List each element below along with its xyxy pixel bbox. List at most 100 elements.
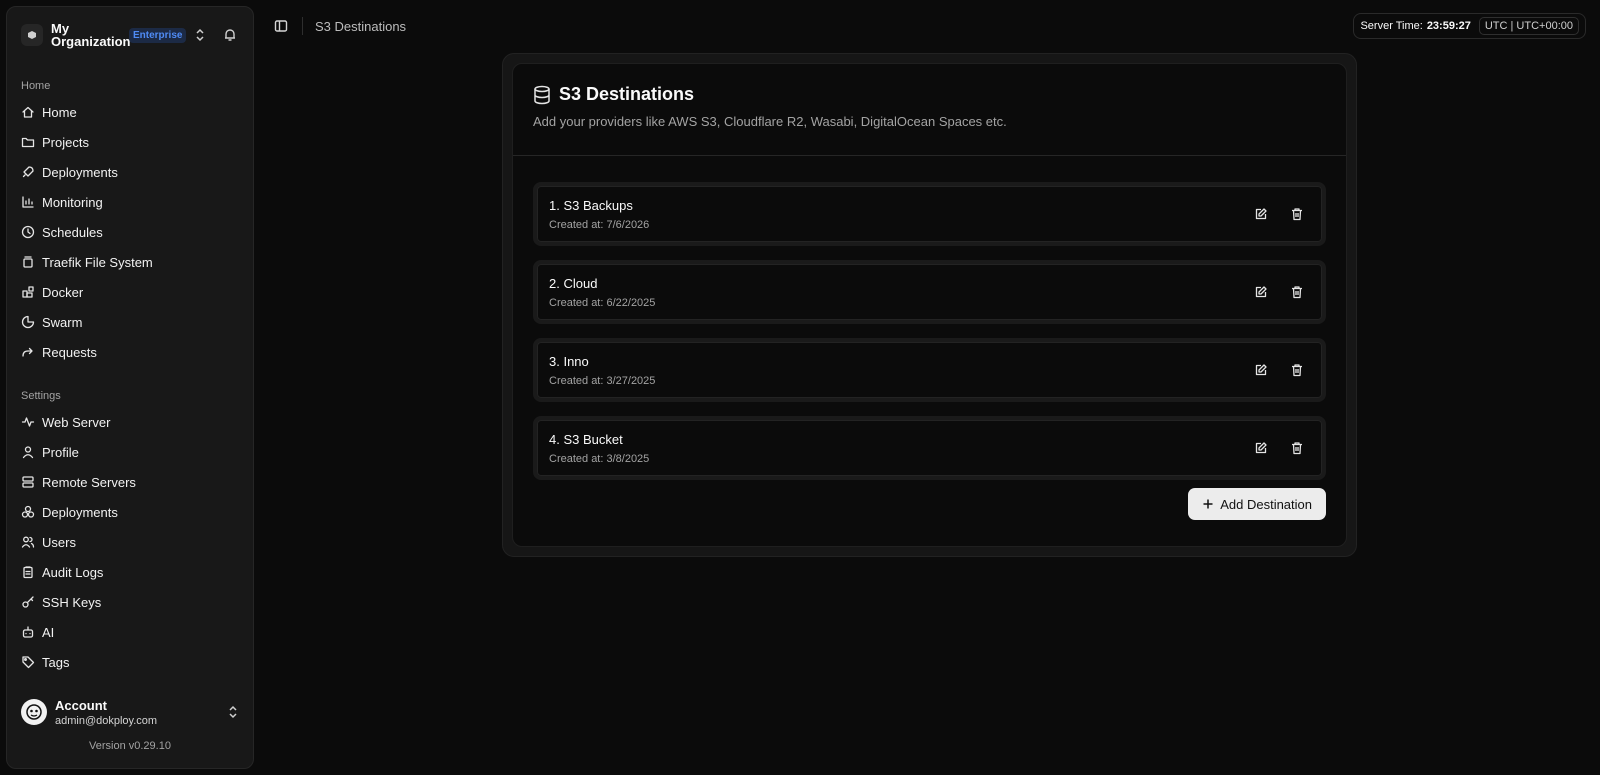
sidebar-item-schedules[interactable]: Schedules xyxy=(15,217,245,247)
plan-badge: Enterprise xyxy=(129,27,187,43)
version-label: Version v0.29.10 xyxy=(89,740,171,752)
server-time: Server Time: 23:59:27 UTC | UTC+00:00 xyxy=(1353,13,1586,39)
sidebar-item-label: Monitoring xyxy=(42,194,103,210)
edit-icon[interactable] xyxy=(1248,435,1274,461)
chevrons-up-down-icon[interactable] xyxy=(227,705,239,719)
sidebar-item-git[interactable]: Git xyxy=(15,677,245,684)
avatar xyxy=(21,699,47,725)
add-destination-label: Add Destination xyxy=(1220,496,1312,512)
edit-icon[interactable] xyxy=(1248,279,1274,305)
trash-icon[interactable] xyxy=(1284,201,1310,227)
sidebar-item-label: Profile xyxy=(42,444,79,460)
server-icon xyxy=(21,475,35,489)
destination-name: 3. Inno xyxy=(549,353,589,369)
sidebar-item-ssh-keys[interactable]: SSH Keys xyxy=(15,587,245,617)
sidebar-item-remote-servers[interactable]: Remote Servers xyxy=(15,467,245,497)
sidebar-item-label: AI xyxy=(42,624,55,640)
sidebar-item-tags[interactable]: Tags xyxy=(15,647,245,677)
sidebar-item-label: Projects xyxy=(42,134,89,150)
breadcrumb[interactable]: S3 Destinations xyxy=(315,19,406,34)
edit-icon[interactable] xyxy=(1248,201,1274,227)
boxes-icon xyxy=(21,505,35,519)
sidebar-item-requests[interactable]: Requests xyxy=(15,337,245,367)
sidebar-item-home[interactable]: Home xyxy=(15,97,245,127)
account-name: Account xyxy=(55,697,107,713)
sidebar-item-label: Audit Logs xyxy=(42,564,104,580)
sidebar-item-audit-logs[interactable]: Audit Logs xyxy=(15,557,245,587)
sidebar-item-label: Tags xyxy=(42,654,70,670)
trash-icon[interactable] xyxy=(1284,279,1310,305)
sidebar-item-traefik-file-system[interactable]: Traefik File System xyxy=(15,247,245,277)
org-logo-icon xyxy=(21,24,43,46)
sidebar-item-users[interactable]: Users xyxy=(15,527,245,557)
home-icon xyxy=(21,105,35,119)
destinations-card: S3 Destinations Add your providers like … xyxy=(512,63,1347,547)
destination-item: 4. S3 Bucket Created at: 3/8/2025 xyxy=(533,416,1326,480)
trash-icon[interactable] xyxy=(1284,435,1310,461)
trash-icon[interactable] xyxy=(1284,357,1310,383)
destination-name: 2. Cloud xyxy=(549,275,598,291)
destination-created: Created at: 3/8/2025 xyxy=(549,452,650,465)
clock-icon xyxy=(21,225,35,239)
sidebar-item-deployments[interactable]: Deployments xyxy=(15,497,245,527)
sidebar-toggle-icon[interactable] xyxy=(274,19,288,33)
timezone-badge: UTC | UTC+00:00 xyxy=(1478,17,1579,35)
sidebar-item-label: Swarm xyxy=(42,314,83,330)
sidebar-item-ai[interactable]: AI xyxy=(15,617,245,647)
org-switcher[interactable]: My Organization Enterprise xyxy=(7,7,253,63)
destination-name: 1. S3 Backups xyxy=(549,197,633,213)
sidebar-item-label: Deployments xyxy=(42,164,118,180)
destination-created: Created at: 7/6/2026 xyxy=(549,218,650,231)
sidebar-item-label: Users xyxy=(42,534,76,550)
sidebar-item-profile[interactable]: Profile xyxy=(15,437,245,467)
sidebar-item-projects[interactable]: Projects xyxy=(15,127,245,157)
chart-icon xyxy=(21,195,35,209)
add-destination-button[interactable]: Add Destination xyxy=(1188,488,1326,520)
destination-item: 3. Inno Created at: 3/27/2025 xyxy=(533,338,1326,402)
sidebar-item-docker[interactable]: Docker xyxy=(15,277,245,307)
key-icon xyxy=(21,595,35,609)
page-description: Add your providers like AWS S3, Cloudfla… xyxy=(533,114,1007,129)
users-icon xyxy=(21,535,35,549)
destination-name: 4. S3 Bucket xyxy=(549,431,623,447)
sidebar-nav: Home Home Projects Deployments Monitoring Sc… xyxy=(7,63,253,684)
destination-item: 1. S3 Backups Created at: 7/6/2026 xyxy=(533,182,1326,246)
destinations-panel: S3 Destinations Add your providers like … xyxy=(502,53,1357,557)
sidebar-item-web-server[interactable]: Web Server xyxy=(15,407,245,437)
sidebar-item-deployments[interactable]: Deployments xyxy=(15,157,245,187)
account-menu[interactable]: Account admin@dokploy.com xyxy=(7,684,253,740)
rocket-icon xyxy=(21,165,35,179)
sidebar-item-label: Traefik File System xyxy=(42,254,153,270)
activity-icon xyxy=(21,415,35,429)
chevrons-up-down-icon[interactable] xyxy=(194,28,206,42)
destination-list: 1. S3 Backups Created at: 7/6/2026 2. Clou… xyxy=(513,156,1346,480)
group-label-home: Home xyxy=(21,80,51,92)
file-system-icon xyxy=(21,255,35,269)
pie-icon xyxy=(21,315,35,329)
bot-icon xyxy=(21,625,35,639)
blocks-icon xyxy=(21,285,35,299)
group-label-settings: Settings xyxy=(21,390,61,402)
sidebar-item-label: Web Server xyxy=(42,414,111,430)
forward-icon xyxy=(21,345,35,359)
plus-icon xyxy=(1202,498,1220,510)
clipboard-icon xyxy=(21,565,35,579)
sidebar-item-label: SSH Keys xyxy=(42,594,102,610)
sidebar-item-label: Home xyxy=(42,104,77,120)
account-email: admin@dokploy.com xyxy=(55,714,158,727)
database-icon xyxy=(533,85,559,105)
tag-icon xyxy=(21,655,35,669)
topbar: S3 Destinations Server Time: 23:59:27 UT… xyxy=(262,0,1600,52)
org-name: My Organization xyxy=(51,21,131,49)
bell-icon[interactable] xyxy=(223,28,237,42)
edit-icon[interactable] xyxy=(1248,357,1274,383)
divider xyxy=(302,17,303,35)
sidebar-item-label: Schedules xyxy=(42,224,103,240)
user-icon xyxy=(21,445,35,459)
sidebar-item-label: Requests xyxy=(42,344,97,360)
card-header: S3 Destinations Add your providers like … xyxy=(513,64,1346,156)
sidebar-item-swarm[interactable]: Swarm xyxy=(15,307,245,337)
sidebar-item-label: Remote Servers xyxy=(42,474,136,490)
sidebar-item-monitoring[interactable]: Monitoring xyxy=(15,187,245,217)
sidebar: My Organization Enterprise Home Home Proj… xyxy=(6,6,254,769)
